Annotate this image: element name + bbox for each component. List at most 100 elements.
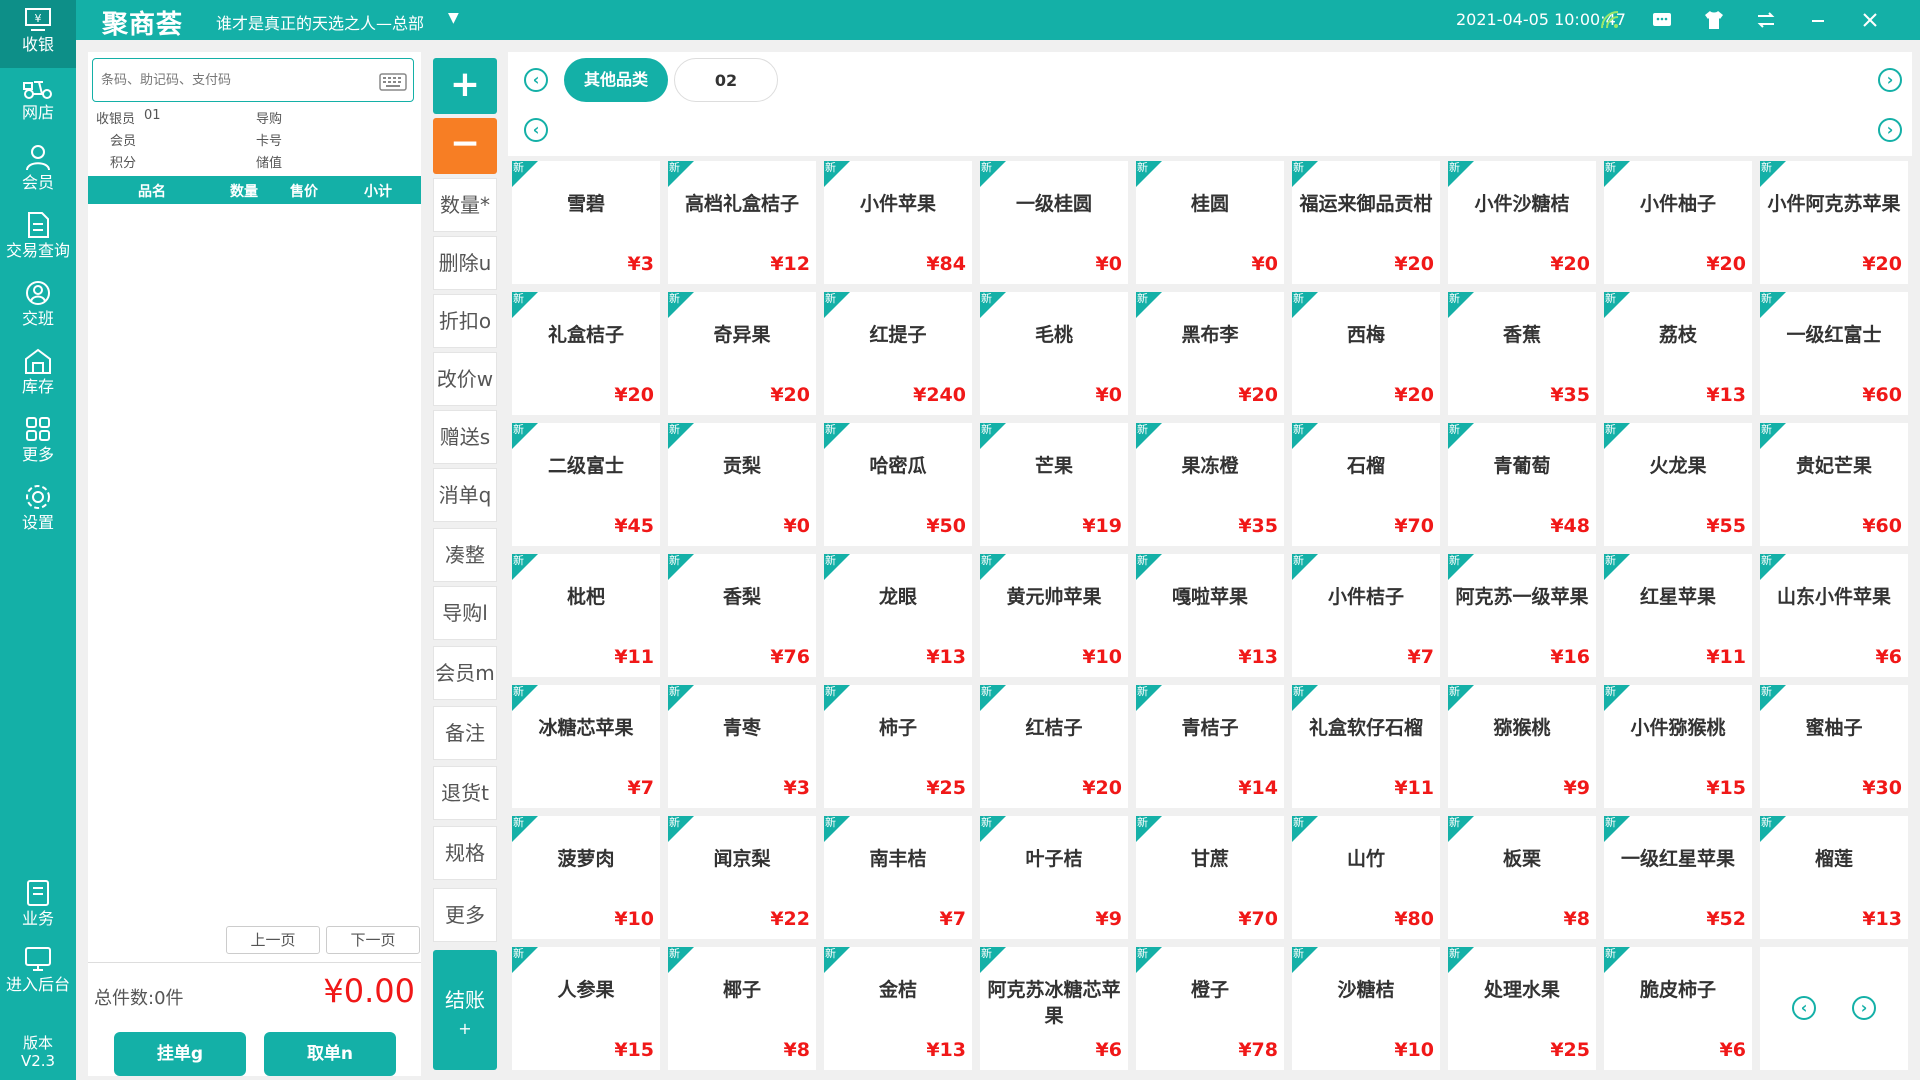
product-tile[interactable]: 新青桔子 ¥14	[1136, 685, 1284, 808]
chevron-left-icon[interactable]: ‹	[1792, 996, 1816, 1020]
minimize-icon[interactable]	[1806, 8, 1830, 32]
chevron-right-icon[interactable]: ›	[1852, 996, 1876, 1020]
product-tile[interactable]: 新榴莲 ¥13	[1760, 816, 1908, 939]
tab-02[interactable]: 02	[674, 58, 778, 102]
product-tile[interactable]: 新小件猕猴桃 ¥15	[1604, 685, 1752, 808]
product-tile[interactable]: 新橙子 ¥78	[1136, 947, 1284, 1070]
product-tile[interactable]: 新一级红富士 ¥60	[1760, 292, 1908, 415]
sidebar-item-cashier[interactable]: ¥ 收银	[0, 0, 76, 68]
sidebar-item-online-store[interactable]: 网店	[0, 68, 76, 136]
prev-page-button[interactable]: 上一页	[226, 926, 320, 954]
product-tile[interactable]: 新柿子 ¥25	[824, 685, 972, 808]
product-tile[interactable]: 新南丰桔 ¥7	[824, 816, 972, 939]
product-tile[interactable]: 新二级富士 ¥45	[512, 423, 660, 546]
product-tile[interactable]: 新高档礼盒桔子 ¥12	[668, 161, 816, 284]
product-tile[interactable]: 新香蕉 ¥35	[1448, 292, 1596, 415]
product-tile[interactable]: 新香梨 ¥76	[668, 554, 816, 677]
product-tile[interactable]: 新芒果 ¥19	[980, 423, 1128, 546]
round-off-button[interactable]: 凑整	[433, 528, 497, 582]
product-tile[interactable]: 新小件柚子 ¥20	[1604, 161, 1752, 284]
product-tile[interactable]: 新青枣 ¥3	[668, 685, 816, 808]
hold-order-button[interactable]: 挂单g	[114, 1032, 246, 1076]
product-tile[interactable]: 新沙糖桔 ¥10	[1292, 947, 1440, 1070]
product-tile[interactable]: 新甘蔗 ¥70	[1136, 816, 1284, 939]
sidebar-item-handover[interactable]: 交班	[0, 272, 76, 340]
product-tile[interactable]: 新小件苹果 ¥84	[824, 161, 972, 284]
product-tile[interactable]: 新火龙果 ¥55	[1604, 423, 1752, 546]
delete-button[interactable]: 删除u	[433, 236, 497, 290]
product-tile[interactable]: 新蜜柚子 ¥30	[1760, 685, 1908, 808]
product-tile[interactable]: 新闻京梨 ¥22	[668, 816, 816, 939]
store-name[interactable]: 谁才是真正的天选之人—总部	[216, 10, 424, 34]
sidebar-item-business[interactable]: 业务	[0, 872, 76, 940]
product-tile[interactable]: 新阿克苏冰糖芯苹果 ¥6	[980, 947, 1128, 1070]
product-tile[interactable]: 新红提子 ¥240	[824, 292, 972, 415]
product-tile[interactable]: 新板栗 ¥8	[1448, 816, 1596, 939]
gift-button[interactable]: 赠送s	[433, 410, 497, 464]
next-page-button[interactable]: 下一页	[326, 926, 420, 954]
product-tile[interactable]: 新山竹 ¥80	[1292, 816, 1440, 939]
chevron-right-icon[interactable]: ›	[1878, 68, 1902, 92]
discount-button[interactable]: 折扣o	[433, 294, 497, 348]
chevron-down-icon[interactable]: ▼	[448, 10, 459, 26]
product-tile[interactable]: 新奇异果 ¥20	[668, 292, 816, 415]
product-tile[interactable]: 新贡梨 ¥0	[668, 423, 816, 546]
sidebar-item-member[interactable]: 会员	[0, 136, 76, 204]
product-tile[interactable]: 新小件阿克苏苹果 ¥20	[1760, 161, 1908, 284]
product-tile[interactable]: 新青葡萄 ¥48	[1448, 423, 1596, 546]
member-button[interactable]: 会员m	[433, 646, 497, 700]
product-tile[interactable]: 新石榴 ¥70	[1292, 423, 1440, 546]
product-tile[interactable]: 新阿克苏一级苹果 ¥16	[1448, 554, 1596, 677]
increase-quantity-button[interactable]: +	[433, 58, 497, 114]
product-tile[interactable]: 新福运来御品贡柑 ¥20	[1292, 161, 1440, 284]
product-tile[interactable]: 新贵妃芒果 ¥60	[1760, 423, 1908, 546]
spec-button[interactable]: 规格	[433, 826, 497, 880]
sidebar-item-backend[interactable]: 进入后台	[0, 938, 76, 1006]
change-price-button[interactable]: 改价w	[433, 352, 497, 406]
sidebar-item-transactions[interactable]: 交易查询	[0, 204, 76, 272]
product-tile[interactable]: 新龙眼 ¥13	[824, 554, 972, 677]
product-tile[interactable]: 新人参果 ¥15	[512, 947, 660, 1070]
product-tile[interactable]: 新菠萝肉 ¥10	[512, 816, 660, 939]
sidebar-item-settings[interactable]: 设置	[0, 476, 76, 544]
product-tile[interactable]: 新哈密瓜 ¥50	[824, 423, 972, 546]
retrieve-order-button[interactable]: 取单n	[264, 1032, 396, 1076]
decrease-quantity-button[interactable]: −	[433, 118, 497, 174]
return-button[interactable]: 退货t	[433, 766, 497, 820]
product-tile[interactable]: 新叶子桔 ¥9	[980, 816, 1128, 939]
product-tile[interactable]: 新黑布李 ¥20	[1136, 292, 1284, 415]
product-tile[interactable]: 新山东小件苹果 ¥6	[1760, 554, 1908, 677]
product-tile[interactable]: 新雪碧 ¥3	[512, 161, 660, 284]
sidebar-item-more[interactable]: 更多	[0, 408, 76, 476]
product-tile[interactable]: 新小件沙糖桔 ¥20	[1448, 161, 1596, 284]
product-tile[interactable]: 新礼盒桔子 ¥20	[512, 292, 660, 415]
keyboard-icon[interactable]	[379, 73, 407, 91]
chevron-right-icon[interactable]: ›	[1878, 118, 1902, 142]
search-input[interactable]	[101, 69, 361, 91]
shirt-icon[interactable]	[1702, 8, 1726, 32]
product-tile[interactable]: 新脆皮柿子 ¥6	[1604, 947, 1752, 1070]
product-tile[interactable]: 新果冻橙 ¥35	[1136, 423, 1284, 546]
product-tile[interactable]: 新嘎啦苹果 ¥13	[1136, 554, 1284, 677]
product-tile[interactable]: 新枇杷 ¥11	[512, 554, 660, 677]
sidebar-item-inventory[interactable]: 库存	[0, 340, 76, 408]
product-tile[interactable]: 新礼盒软仔石榴 ¥11	[1292, 685, 1440, 808]
chevron-left-icon[interactable]: ‹	[524, 118, 548, 142]
cancel-order-button[interactable]: 消单q	[433, 468, 497, 522]
more-actions-button[interactable]: 更多	[433, 888, 497, 942]
quantity-button[interactable]: 数量*	[433, 178, 497, 232]
product-tile[interactable]: 新红桔子 ¥20	[980, 685, 1128, 808]
product-tile[interactable]: 新黄元帅苹果 ¥10	[980, 554, 1128, 677]
product-tile[interactable]: 新毛桃 ¥0	[980, 292, 1128, 415]
product-tile[interactable]: 新西梅 ¥20	[1292, 292, 1440, 415]
product-tile[interactable]: 新冰糖芯苹果 ¥7	[512, 685, 660, 808]
tab-other-category[interactable]: 其他品类	[564, 58, 668, 102]
product-tile[interactable]: 新桂圆 ¥0	[1136, 161, 1284, 284]
product-tile[interactable]: 新猕猴桃 ¥9	[1448, 685, 1596, 808]
product-tile[interactable]: 新椰子 ¥8	[668, 947, 816, 1070]
switch-icon[interactable]	[1754, 8, 1778, 32]
close-icon[interactable]	[1858, 8, 1882, 32]
chevron-left-icon[interactable]: ‹	[524, 68, 548, 92]
product-tile[interactable]: 新金桔 ¥13	[824, 947, 972, 1070]
guide-button[interactable]: 导购l	[433, 586, 497, 640]
